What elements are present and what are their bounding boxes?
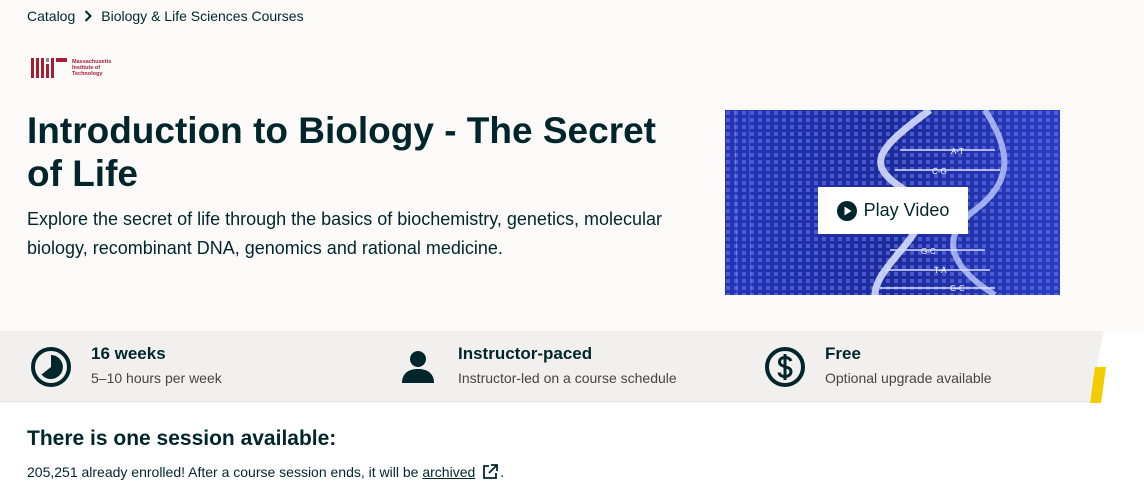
session-heading: There is one session available: (27, 427, 337, 450)
chevron-right-icon (79, 9, 97, 23)
external-link-icon[interactable] (481, 463, 499, 481)
fact-duration-heading: 16 weeks (91, 344, 166, 363)
enrollment-period: . (500, 464, 505, 480)
mit-logo[interactable]: Massachusetts Institute of Technology (31, 58, 111, 78)
play-circle-icon (836, 200, 857, 221)
clock-icon (30, 346, 72, 388)
fact-price-heading: Free (825, 344, 861, 363)
course-facts-bar: 16 weeks 5–10 hours per week Instructor-… (0, 331, 1144, 403)
course-description: Explore the secret of life through the b… (27, 209, 662, 258)
play-video-button[interactable]: Play Video (818, 187, 968, 234)
course-title: Introduction to Biology - The Secret of … (27, 110, 656, 194)
breadcrumb-biology-courses[interactable]: Biology & Life Sciences Courses (101, 8, 303, 24)
course-video[interactable]: A-T C-G G-C T-A G-C Play Video (725, 110, 1060, 295)
enrollment-info: 205,251 already enrolled! After a course… (27, 463, 504, 481)
fact-pacing: Instructor-paced Instructor-led on a cou… (397, 331, 677, 403)
svg-text:A-T: A-T (951, 147, 964, 156)
breadcrumb: Catalog Biology & Life Sciences Courses (27, 8, 304, 24)
mit-logo-wordmark: Massachusetts Institute of Technology (72, 59, 112, 77)
svg-text:C-G: C-G (932, 167, 947, 176)
fact-duration-sub: 5–10 hours per week (91, 370, 222, 386)
person-icon (397, 346, 439, 388)
svg-text:G-C: G-C (921, 247, 936, 256)
course-hero: Catalog Biology & Life Sciences Courses … (0, 0, 1144, 331)
fact-price-sub: Optional upgrade available (825, 370, 992, 386)
fact-pacing-heading: Instructor-paced (458, 344, 593, 363)
fact-pacing-sub: Instructor-led on a course schedule (458, 370, 677, 386)
enrollment-text: 205,251 already enrolled! After a course… (27, 464, 423, 480)
play-video-label: Play Video (863, 200, 950, 220)
mit-logo-mark (31, 58, 67, 78)
fact-duration: 16 weeks 5–10 hours per week (30, 331, 222, 403)
archived-link[interactable]: archived (422, 464, 475, 480)
svg-text:G-C: G-C (950, 284, 965, 293)
fact-price: Free Optional upgrade available (764, 331, 992, 403)
breadcrumb-catalog[interactable]: Catalog (27, 8, 75, 24)
dollar-icon (764, 346, 806, 388)
svg-text:T-A: T-A (934, 266, 947, 275)
